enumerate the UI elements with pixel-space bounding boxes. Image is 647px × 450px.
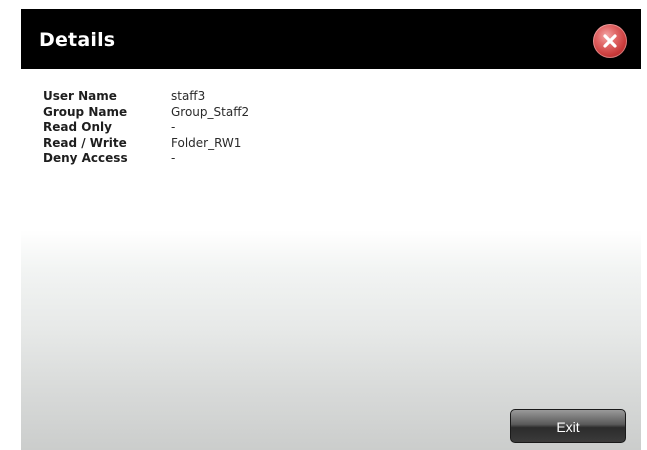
- group-name-value: Group_Staff2: [171, 104, 250, 119]
- close-icon: [603, 34, 617, 48]
- user-name-label: User Name: [43, 89, 117, 103]
- read-only-label: Read Only: [43, 120, 112, 134]
- detail-row-user-name: User Name staff3: [43, 89, 249, 105]
- close-button[interactable]: [593, 24, 627, 58]
- detail-row-read-write: Read / Write Folder_RW1: [43, 136, 249, 152]
- user-name-value: staff3: [171, 89, 206, 103]
- details-dialog: Details User Name staff3 Group Name Group_…: [21, 9, 641, 450]
- dialog-title: Details: [39, 29, 116, 51]
- read-write-value: Folder_RW1: [171, 135, 242, 150]
- read-only-value: -: [171, 120, 176, 134]
- exit-button[interactable]: Exit: [510, 409, 626, 443]
- details-list: User Name staff3 Group Name Group_Staff2 R…: [43, 89, 249, 167]
- group-name-label: Group Name: [43, 104, 128, 119]
- dialog-titlebar: Details: [21, 9, 641, 69]
- detail-row-group-name: Group Name Group_Staff2: [43, 105, 249, 121]
- read-write-label: Read / Write: [43, 135, 127, 150]
- detail-row-deny-access: Deny Access -: [43, 151, 249, 167]
- detail-row-read-only: Read Only -: [43, 120, 249, 136]
- deny-access-value: -: [171, 151, 176, 165]
- deny-access-label: Deny Access: [43, 151, 128, 165]
